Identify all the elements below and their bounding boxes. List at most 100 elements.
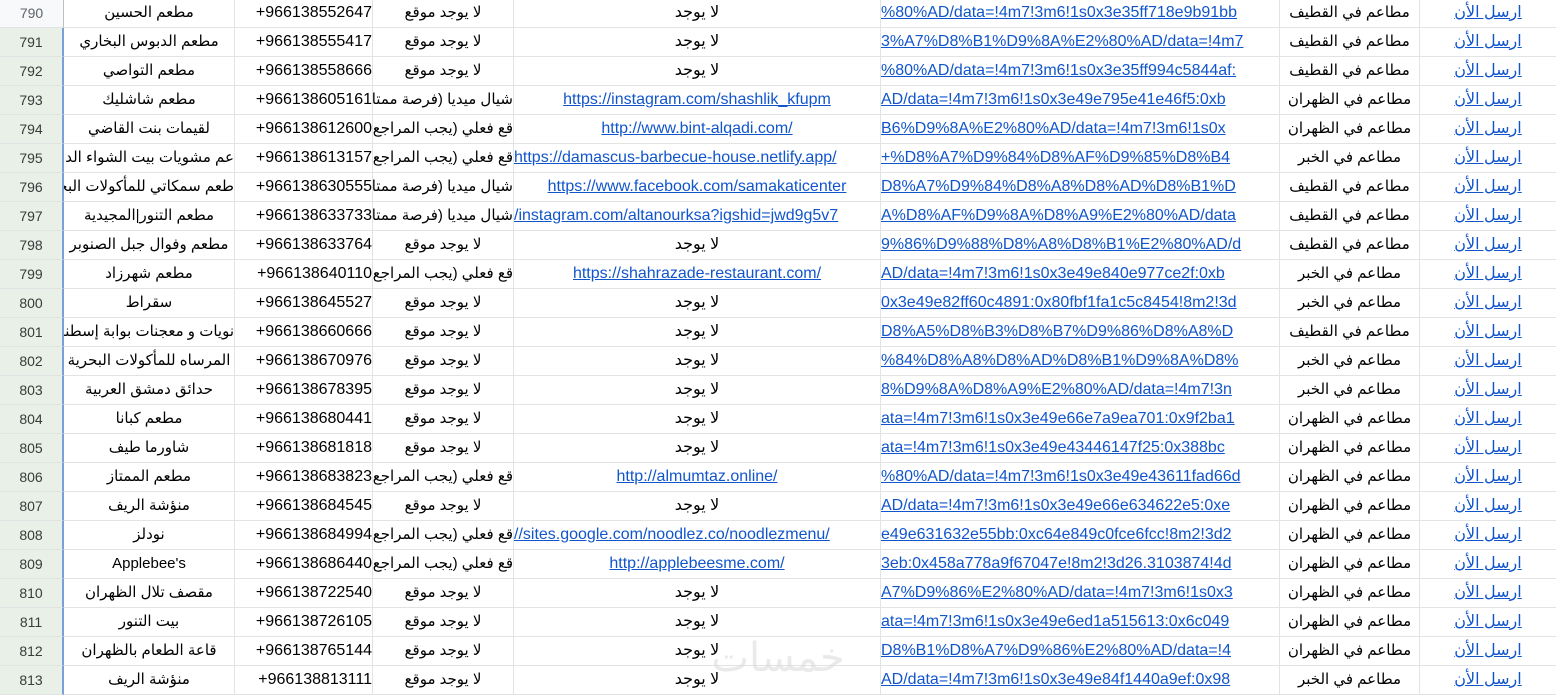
maps-link-cell[interactable]: 8%D9%8A%D8%A9%E2%80%AD/data=!4m7!3n <box>881 376 1280 405</box>
website-url-cell[interactable]: لا يوجد <box>514 376 881 405</box>
phone-cell[interactable]: +966138633764 <box>235 231 373 260</box>
send-now-link[interactable]: ارسل الأن <box>1420 550 1556 579</box>
website-url-cell[interactable]: https://shahrazade-restaurant.com/ <box>514 260 881 289</box>
restaurant-name-cell[interactable]: مطعم كبانا <box>64 405 235 434</box>
maps-link-cell[interactable]: A7%D9%86%E2%80%AD/data=!4m7!3m6!1s0x3 <box>881 579 1280 608</box>
maps-link-cell[interactable]: D8%A5%D8%B3%D8%B7%D9%86%D8%A8%D <box>881 318 1280 347</box>
website-url-cell[interactable]: لا يوجد <box>514 318 881 347</box>
website-status-cell[interactable]: لا يوجد موقع <box>373 0 514 28</box>
table-row[interactable]: 811 بيت التنور +966138726105 لا يوجد موقع لا… <box>0 608 1556 637</box>
send-now-link[interactable]: ارسل الأن <box>1420 521 1556 550</box>
send-now-link[interactable]: ارسل الأن <box>1420 434 1556 463</box>
restaurant-name-cell[interactable]: لقيمات بنت القاضي <box>64 115 235 144</box>
maps-link-cell[interactable]: ata=!4m7!3m6!1s0x3e49e6ed1a515613:0x6c04… <box>881 608 1280 637</box>
phone-cell[interactable]: +966138630555 <box>235 173 373 202</box>
website-status-cell[interactable]: لا يوجد موقع <box>373 579 514 608</box>
send-now-link[interactable]: ارسل الأن <box>1420 86 1556 115</box>
city-category-cell[interactable]: مطاعم في الخبر <box>1280 144 1420 173</box>
table-row[interactable]: 795عم مشويات بيت الشواء الدمشق +966138613… <box>0 144 1556 173</box>
phone-cell[interactable]: +966138552647 <box>235 0 373 28</box>
phone-cell[interactable]: +966138765144 <box>235 637 373 666</box>
website-status-cell[interactable]: شيال ميديا (فرصة ممتاز <box>373 86 514 115</box>
restaurant-name-cell[interactable]: شاورما طيف <box>64 434 235 463</box>
city-category-cell[interactable]: مطاعم في الظهران <box>1280 463 1420 492</box>
maps-link-cell[interactable]: +%D8%A7%D9%84%D8%AF%D9%85%D8%B4 <box>881 144 1280 173</box>
phone-cell[interactable]: +966138726105 <box>235 608 373 637</box>
phone-cell[interactable]: +966138683823 <box>235 463 373 492</box>
website-status-cell[interactable]: قع فعلي (يجب المراجع <box>373 521 514 550</box>
website-url-cell[interactable]: لا يوجد <box>514 492 881 521</box>
table-row[interactable]: 810 مقصف تلال الظهران +966138722540 لا يوجد… <box>0 579 1556 608</box>
website-status-cell[interactable]: لا يوجد موقع <box>373 405 514 434</box>
row-number[interactable]: 803 <box>0 376 64 405</box>
table-row[interactable]: 812 قاعة الطعام بالظهران +966138765144 لا ي… <box>0 637 1556 666</box>
row-number[interactable]: 809 <box>0 550 64 579</box>
row-number[interactable]: 802 <box>0 347 64 376</box>
restaurant-name-cell[interactable]: مطعم التواصي <box>64 57 235 86</box>
row-number[interactable]: 790 <box>0 0 64 28</box>
phone-cell[interactable]: +966138678395 <box>235 376 373 405</box>
row-number[interactable]: 805 <box>0 434 64 463</box>
website-url-cell[interactable]: لا يوجد <box>514 347 881 376</box>
city-category-cell[interactable]: مطاعم في الظهران <box>1280 492 1420 521</box>
table-row[interactable]: 802 المرساه للمأكولات البحرية +96613867097… <box>0 347 1556 376</box>
city-category-cell[interactable]: مطاعم في الظهران <box>1280 637 1420 666</box>
city-category-cell[interactable]: مطاعم في الخبر <box>1280 289 1420 318</box>
table-row[interactable]: 804 مطعم كبانا +966138680441 لا يوجد موقع لا… <box>0 405 1556 434</box>
send-now-link[interactable]: ارسل الأن <box>1420 492 1556 521</box>
website-url-cell[interactable]: لا يوجد <box>514 231 881 260</box>
send-now-link[interactable]: ارسل الأن <box>1420 28 1556 57</box>
website-url-cell[interactable]: لا يوجد <box>514 57 881 86</box>
website-url-cell[interactable]: //sites.google.com/noodlez.co/noodlezmen… <box>514 521 881 550</box>
website-status-cell[interactable]: شيال ميديا (فرصة ممتاز <box>373 173 514 202</box>
website-url-cell[interactable]: https://instagram.com/shashlik_kfupm <box>514 86 881 115</box>
table-row[interactable]: 803 حدائق دمشق العربية +966138678395 لا يوج… <box>0 376 1556 405</box>
website-status-cell[interactable]: قع فعلي (يجب المراجع <box>373 144 514 173</box>
send-now-link[interactable]: ارسل الأن <box>1420 579 1556 608</box>
send-now-link[interactable]: ارسل الأن <box>1420 144 1556 173</box>
city-category-cell[interactable]: مطاعم في القطيف <box>1280 231 1420 260</box>
maps-link-cell[interactable]: %80%AD/data=!4m7!3m6!1s0x3e35ff718e9b91b… <box>881 0 1280 28</box>
website-status-cell[interactable]: لا يوجد موقع <box>373 434 514 463</box>
row-number[interactable]: 793 <box>0 86 64 115</box>
city-category-cell[interactable]: مطاعم في الخبر <box>1280 347 1420 376</box>
city-category-cell[interactable]: مطاعم في القطيف <box>1280 28 1420 57</box>
restaurant-name-cell[interactable]: مطعم الحسين <box>64 0 235 28</box>
website-status-cell[interactable]: لا يوجد موقع <box>373 608 514 637</box>
city-category-cell[interactable]: مطاعم في القطيف <box>1280 0 1420 28</box>
maps-link-cell[interactable]: 0x3e49e82ff60c4891:0x80fbf1fa1c5c8454!8m… <box>881 289 1280 318</box>
send-now-link[interactable]: ارسل الأن <box>1420 115 1556 144</box>
website-url-cell[interactable]: https://www.facebook.com/samakaticenter <box>514 173 881 202</box>
table-row[interactable]: 806 مطعم الممتاز +966138683823 قع فعلي (يجب… <box>0 463 1556 492</box>
table-row[interactable]: 808 نودلز +966138684994 قع فعلي (يجب المراج… <box>0 521 1556 550</box>
maps-link-cell[interactable]: e49e631632e55bb:0xc64e849c0fce6fcc!8m2!3… <box>881 521 1280 550</box>
restaurant-name-cell[interactable]: قاعة الطعام بالظهران <box>64 637 235 666</box>
website-status-cell[interactable]: لا يوجد موقع <box>373 376 514 405</box>
send-now-link[interactable]: ارسل الأن <box>1420 376 1556 405</box>
phone-cell[interactable]: +966138633733 <box>235 202 373 231</box>
website-url-cell[interactable]: لا يوجد <box>514 434 881 463</box>
website-status-cell[interactable]: شيال ميديا (فرصة ممتاز <box>373 202 514 231</box>
phone-cell[interactable]: +966138680441 <box>235 405 373 434</box>
row-number[interactable]: 812 <box>0 637 64 666</box>
restaurant-name-cell[interactable]: Applebee's <box>64 550 235 579</box>
website-url-cell[interactable]: لا يوجد <box>514 289 881 318</box>
row-number[interactable]: 800 <box>0 289 64 318</box>
send-now-link[interactable]: ارسل الأن <box>1420 347 1556 376</box>
website-status-cell[interactable]: قع فعلي (يجب المراجع <box>373 550 514 579</box>
maps-link-cell[interactable]: AD/data=!4m7!3m6!1s0x3e49e840e977ce2f:0x… <box>881 260 1280 289</box>
website-status-cell[interactable]: لا يوجد موقع <box>373 57 514 86</box>
row-number[interactable]: 811 <box>0 608 64 637</box>
send-now-link[interactable]: ارسل الأن <box>1420 608 1556 637</box>
send-now-link[interactable]: ارسل الأن <box>1420 0 1556 28</box>
maps-link-cell[interactable]: %80%AD/data=!4m7!3m6!1s0x3e35ff994c5844a… <box>881 57 1280 86</box>
send-now-link[interactable]: ارسل الأن <box>1420 318 1556 347</box>
table-row[interactable]: 796طعم سمكاتي للمأكولات البحرية +96613863… <box>0 173 1556 202</box>
phone-cell[interactable]: +966138670976 <box>235 347 373 376</box>
website-url-cell[interactable]: لا يوجد <box>514 608 881 637</box>
send-now-link[interactable]: ارسل الأن <box>1420 260 1556 289</box>
restaurant-name-cell[interactable]: سقراط <box>64 289 235 318</box>
city-category-cell[interactable]: مطاعم في الظهران <box>1280 405 1420 434</box>
restaurant-name-cell[interactable]: نودلز <box>64 521 235 550</box>
maps-link-cell[interactable]: %80%AD/data=!4m7!3m6!1s0x3e49e43611fad66… <box>881 463 1280 492</box>
